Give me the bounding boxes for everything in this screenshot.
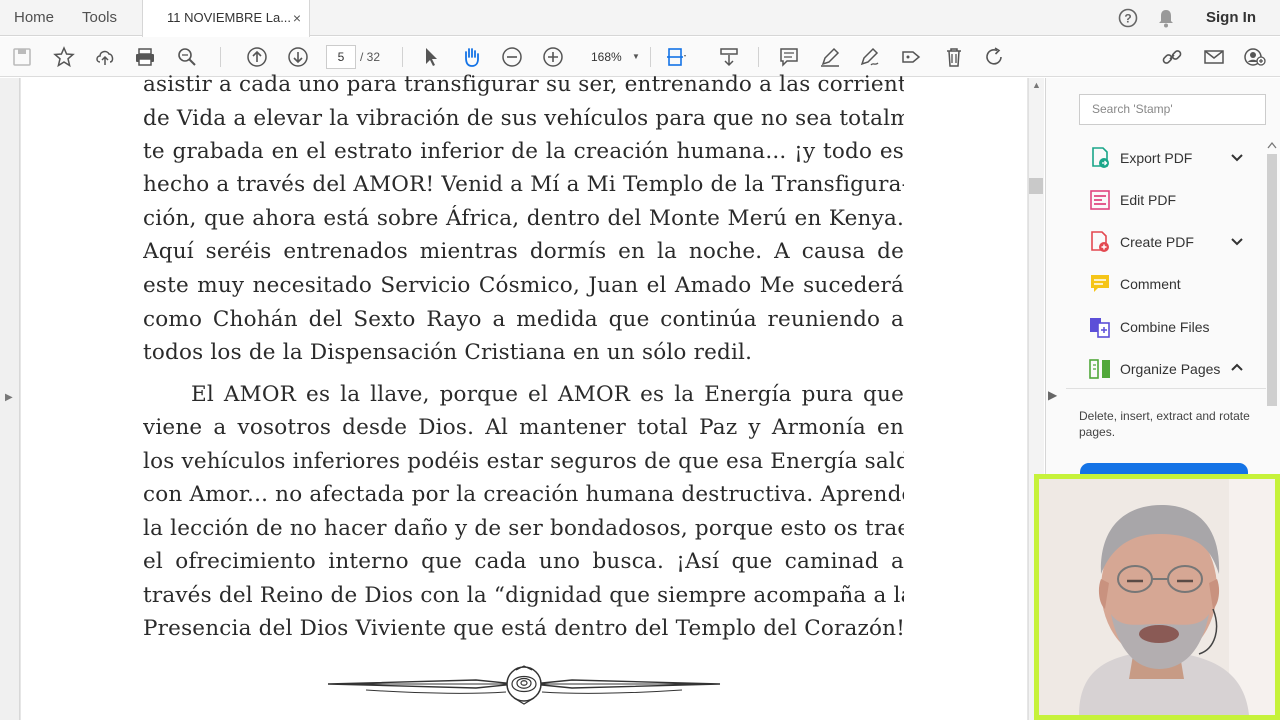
combine-files-icon xyxy=(1090,318,1110,338)
fit-page-icon[interactable] xyxy=(664,45,688,69)
tool-label: Organize Pages xyxy=(1120,361,1221,377)
next-page-icon[interactable] xyxy=(286,45,310,69)
previous-page-icon[interactable] xyxy=(245,45,269,69)
tool-organize-pages[interactable]: Organize Pages xyxy=(1088,353,1258,385)
share-link-icon[interactable] xyxy=(1160,45,1184,69)
zoom-level-select[interactable]: 168% ▼ xyxy=(584,45,644,69)
chevron-up-icon[interactable] xyxy=(1230,361,1244,375)
document-tab[interactable]: 11 NOVIEMBRE La... × xyxy=(142,0,310,37)
chevron-down-icon: ▼ xyxy=(632,52,640,61)
comment-icon[interactable] xyxy=(777,45,801,69)
close-tab-icon[interactable]: × xyxy=(293,0,301,36)
svg-text:?: ? xyxy=(1124,12,1131,26)
create-pdf-icon xyxy=(1091,231,1109,252)
text-line: como Chohán del Sexto Rayo a medida que … xyxy=(143,307,904,332)
expand-left-pane-icon[interactable]: ▶ xyxy=(5,392,13,403)
add-user-icon[interactable] xyxy=(1243,45,1267,69)
tool-combine-files[interactable]: Combine Files xyxy=(1088,311,1258,343)
sign-in-button[interactable]: Sign In xyxy=(1206,0,1256,36)
zoom-search-icon[interactable] xyxy=(175,45,199,69)
tools-tab[interactable]: Tools xyxy=(82,0,117,36)
organize-pages-description: Delete, insert, extract and rotate pages… xyxy=(1079,409,1250,439)
text-line: con Amor... no afectada por la creación … xyxy=(143,482,904,507)
zoom-in-icon[interactable] xyxy=(541,45,565,69)
panel-divider xyxy=(1066,388,1266,389)
delete-trash-icon[interactable] xyxy=(942,45,966,69)
hand-tool-icon[interactable] xyxy=(459,45,483,69)
text-line: Presencia del Dios Viviente que está den… xyxy=(143,616,904,641)
document-tab-title: 11 NOVIEMBRE La... xyxy=(167,10,292,25)
email-icon[interactable] xyxy=(1202,45,1226,69)
text-line: de Vida a elevar la vibración de sus veh… xyxy=(143,106,904,131)
text-line: Aquí seréis entrenados mientras dormís e… xyxy=(143,239,904,264)
zoom-out-icon[interactable] xyxy=(500,45,524,69)
tool-comment[interactable]: Comment xyxy=(1088,268,1258,300)
right-pane-scrollbar[interactable] xyxy=(1266,140,1278,480)
page-count: / 32 xyxy=(360,50,381,64)
tool-label: Comment xyxy=(1120,276,1181,292)
scroll-mode-icon[interactable] xyxy=(717,45,741,69)
search-tools-input[interactable]: Search 'Stamp' xyxy=(1079,94,1266,125)
tool-create-pdf[interactable]: Create PDF xyxy=(1088,226,1258,258)
tool-label: Create PDF xyxy=(1120,234,1194,250)
text-line: través del Reino de Dios con la “dignida… xyxy=(143,583,904,608)
chevron-down-icon[interactable] xyxy=(1230,150,1244,164)
comment-icon xyxy=(1091,275,1109,292)
text-line: El AMOR es la llave, porque el AMOR es l… xyxy=(191,382,904,407)
scroll-up-arrow-icon[interactable]: ▲ xyxy=(1032,80,1041,90)
collapse-right-pane-icon[interactable]: ▶ xyxy=(1048,388,1057,402)
export-pdf-icon xyxy=(1092,147,1109,168)
text-line: el ofrecimiento interno que cada uno bus… xyxy=(143,549,904,574)
edit-pdf-icon xyxy=(1090,190,1110,210)
sign-icon[interactable] xyxy=(858,45,882,69)
tool-export-pdf[interactable]: Export PDF xyxy=(1088,142,1258,174)
scrollbar-thumb[interactable] xyxy=(1029,178,1043,194)
text-line: asistir a cada uno para transfigurar su … xyxy=(143,72,904,97)
tool-label: Combine Files xyxy=(1120,319,1210,335)
text-line: este muy necesitado Servicio Cósmico, Ju… xyxy=(143,273,904,298)
stamp-icon[interactable] xyxy=(899,45,923,69)
select-cursor-icon[interactable] xyxy=(419,45,443,69)
save-icon[interactable] xyxy=(10,45,34,69)
top-menu-bar: Home Tools 11 NOVIEMBRE La... × ? Sign I… xyxy=(0,0,1280,37)
upload-cloud-icon[interactable] xyxy=(93,45,117,69)
text-line: la lección de no hacer daño y de ser bon… xyxy=(143,516,904,541)
page-number-input[interactable]: 5 xyxy=(326,45,356,69)
text-line: ción, que ahora está sobre África, dentr… xyxy=(143,206,904,231)
webcam-overlay xyxy=(1034,474,1280,720)
rose-ornament-divider xyxy=(327,665,721,705)
print-icon[interactable] xyxy=(133,45,157,69)
tool-label: Export PDF xyxy=(1120,150,1193,166)
text-line: te grabada en el estrato inferior de la … xyxy=(143,139,904,164)
home-tab[interactable]: Home xyxy=(14,0,54,36)
chevron-down-icon[interactable] xyxy=(1230,234,1244,248)
help-icon[interactable]: ? xyxy=(1118,0,1138,36)
tool-edit-pdf[interactable]: Edit PDF xyxy=(1088,184,1258,216)
tool-label: Edit PDF xyxy=(1120,192,1177,208)
highlight-pen-icon[interactable] xyxy=(818,45,842,69)
rotate-icon[interactable] xyxy=(982,45,1006,69)
text-line: viene a vosotros desde Dios. Al mantener… xyxy=(143,415,904,440)
text-line: todos los de la Dispensación Cristiana e… xyxy=(143,340,753,365)
text-line: los vehículos inferiores podéis estar se… xyxy=(143,449,904,474)
bookmark-star-icon[interactable] xyxy=(52,45,76,69)
organize-pages-icon xyxy=(1089,359,1110,379)
notifications-bell-icon[interactable] xyxy=(1157,0,1175,36)
zoom-level-value: 168% xyxy=(591,50,622,64)
presenter-video-image xyxy=(1039,479,1275,715)
text-line: hecho a través del AMOR! Venid a Mí a Mi… xyxy=(143,172,904,197)
